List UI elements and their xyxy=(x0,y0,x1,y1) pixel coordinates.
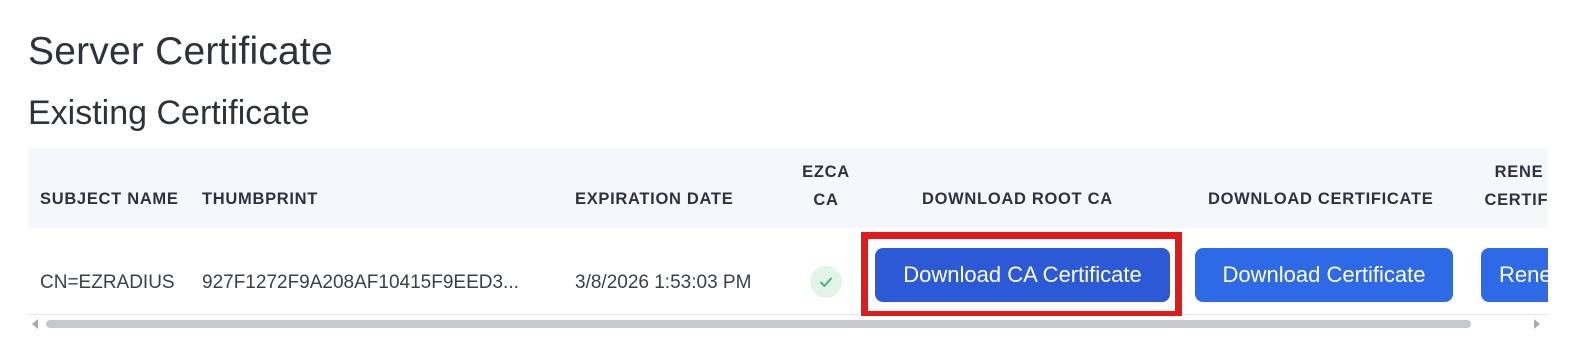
scroll-right-icon[interactable] xyxy=(1534,319,1540,329)
cell-expiration-date: 3/8/2026 1:53:03 PM xyxy=(575,272,752,293)
certificate-table: SUBJECT NAME THUMBPRINT EXPIRATION DATE … xyxy=(28,148,1548,318)
header-expiration-date: EXPIRATION DATE xyxy=(575,190,734,208)
header-thumbprint: THUMBPRINT xyxy=(202,190,319,208)
section-title: Existing Certificate xyxy=(28,94,310,132)
horizontal-scrollbar[interactable] xyxy=(28,316,1548,332)
header-renew-certificate: RENE CERTIFI xyxy=(1474,158,1548,214)
page-title: Server Certificate xyxy=(28,30,333,73)
download-certificate-button[interactable]: Download Certificate xyxy=(1195,248,1453,302)
cell-subject-name: CN=EZRADIUS xyxy=(40,272,175,293)
header-renew-line1: RENE xyxy=(1494,163,1544,181)
header-subject-name: SUBJECT NAME xyxy=(40,190,179,208)
scrollbar-thumb[interactable] xyxy=(46,320,1471,328)
check-icon xyxy=(810,266,842,298)
header-download-certificate: DOWNLOAD CERTIFICATE xyxy=(1208,190,1434,208)
highlight-box xyxy=(861,232,1182,318)
table-header: SUBJECT NAME THUMBPRINT EXPIRATION DATE … xyxy=(28,148,1548,228)
renew-certificate-button[interactable]: Rene xyxy=(1481,248,1548,302)
header-ezca-ca-line2: CA xyxy=(813,191,839,209)
header-ezca-ca-line1: EZCA xyxy=(802,163,850,181)
header-renew-line2: CERTIFI xyxy=(1484,191,1548,209)
header-ezca-ca: EZCA CA xyxy=(796,158,856,214)
header-download-root-ca: DOWNLOAD ROOT CA xyxy=(922,190,1113,208)
scroll-left-icon[interactable] xyxy=(32,319,38,329)
cell-thumbprint: 927F1272F9A208AF10415F9EED3... xyxy=(202,272,519,293)
